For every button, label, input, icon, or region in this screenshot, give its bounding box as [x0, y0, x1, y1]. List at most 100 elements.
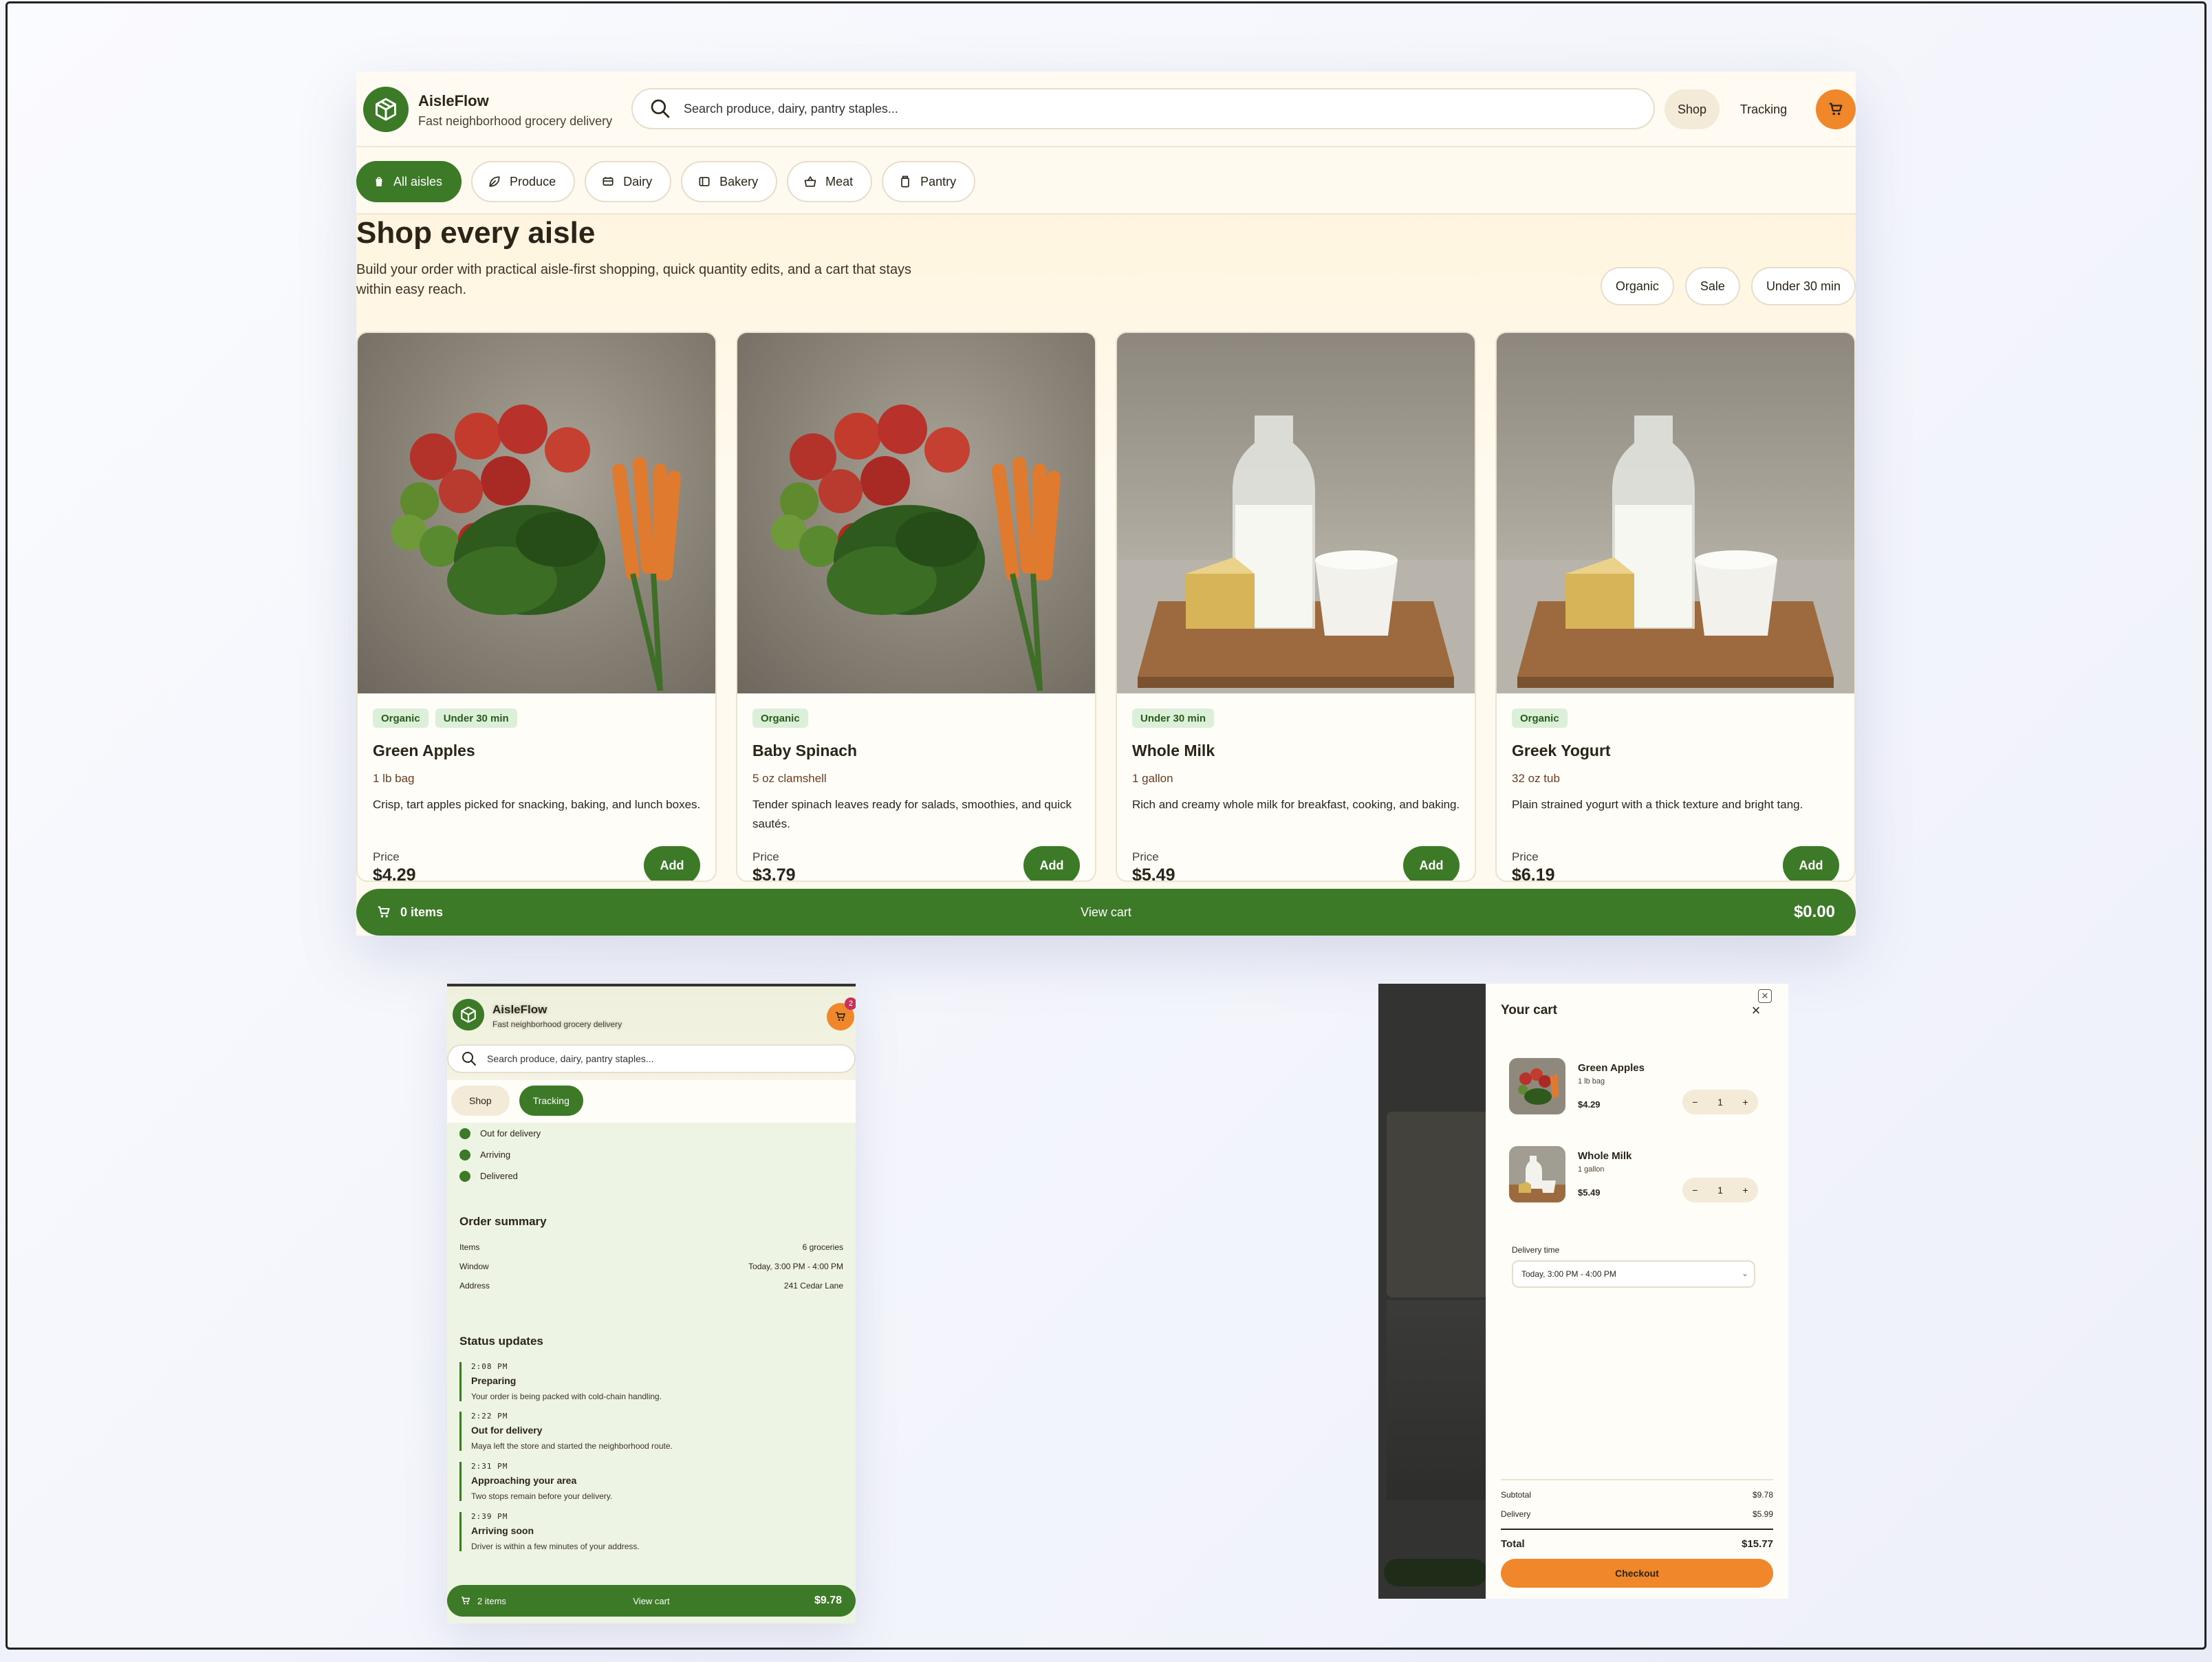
summary-row: Items 6 groceries — [459, 1242, 843, 1252]
shop-section: Shop every aisle Build your order with p… — [356, 213, 1856, 936]
delivery-fee-label: Delivery — [1501, 1509, 1531, 1519]
step-dot — [459, 1149, 470, 1161]
cart-bar[interactable]: 2 items View cart $9.78 — [447, 1585, 856, 1617]
page-title: Shop every aisle — [356, 216, 596, 250]
tag-list: Organic Under 30 min — [373, 709, 517, 728]
cart-icon — [462, 1597, 470, 1605]
search-input[interactable] — [684, 101, 1578, 116]
close-box-icon[interactable]: ✕ — [1758, 989, 1772, 1003]
cart-item: Green Apples 1 lb bag $4.29 − 1 + — [1509, 1058, 1770, 1127]
product-size: 5 oz clamshell — [752, 772, 827, 785]
aisle-chips: All aisles Produce Dairy Bakery Meat Pan… — [356, 161, 976, 202]
product-grid: Organic Under 30 min Green Apples 1 lb ba… — [356, 332, 1856, 882]
box-logo-icon[interactable] — [363, 87, 409, 132]
product-description: Crisp, tart apples picked for snacking, … — [373, 798, 701, 811]
summary-row: Address 241 Cedar Lane — [459, 1281, 843, 1291]
dairy-photo — [1497, 333, 1854, 693]
product-card[interactable]: Organic Under 30 min Green Apples 1 lb ba… — [356, 332, 717, 882]
cart-button[interactable] — [1816, 89, 1856, 129]
summary-label: Window — [459, 1262, 489, 1271]
update-title: Approaching your area — [471, 1475, 577, 1486]
tag-list: Under 30 min — [1132, 709, 1215, 728]
desktop-view: AisleFlow Fast neighborhood grocery deli… — [356, 72, 1856, 936]
add-button[interactable]: Add — [644, 846, 700, 881]
update-title: Preparing — [471, 1375, 517, 1386]
aisle-chip-pantry[interactable]: Pantry — [882, 161, 976, 202]
aisle-chip-all[interactable]: All aisles — [356, 161, 462, 202]
nav-tracking[interactable]: Tracking — [1731, 89, 1797, 129]
cart-icon — [836, 1012, 846, 1021]
search-icon — [651, 99, 670, 118]
cart-item-name: Whole Milk — [1578, 1150, 1632, 1162]
aisle-chip-dairy[interactable]: Dairy — [585, 161, 672, 202]
cart-count: 0 items — [377, 905, 443, 920]
update-time: 2:39 PM — [471, 1512, 508, 1521]
update-title: Arriving soon — [471, 1525, 534, 1536]
update-time: 2:31 PM — [471, 1462, 508, 1471]
product-card[interactable]: Organic Baby Spinach 5 oz clamshell Tend… — [736, 332, 1096, 882]
nav-shop[interactable]: Shop — [1665, 89, 1720, 129]
subtotal-value: $9.78 — [1752, 1490, 1773, 1500]
overlay-backdrop[interactable] — [1378, 984, 1486, 1599]
minus-button[interactable]: − — [1685, 1185, 1704, 1196]
cart-item-size: 1 gallon — [1578, 1165, 1605, 1174]
product-price: $6.19 — [1512, 865, 1555, 882]
plus-button[interactable]: + — [1736, 1185, 1755, 1196]
aisle-chip-bakery[interactable]: Bakery — [681, 161, 778, 202]
filter-sale[interactable]: Sale — [1684, 267, 1740, 305]
product-size: 1 lb bag — [373, 772, 415, 785]
cart-item-price: $4.29 — [1578, 1099, 1601, 1110]
close-icon[interactable]: × — [1747, 1002, 1765, 1019]
box-logo-icon[interactable] — [453, 999, 484, 1030]
add-button[interactable]: Add — [1403, 846, 1460, 881]
product-name: Baby Spinach — [752, 742, 858, 759]
cart-title: Your cart — [1501, 1003, 1558, 1017]
cart-icon — [378, 906, 390, 918]
product-description: Rich and creamy whole milk for breakfast… — [1132, 798, 1460, 811]
filter-under-30[interactable]: Under 30 min — [1750, 267, 1856, 305]
product-price: $5.49 — [1132, 865, 1175, 882]
minus-button[interactable]: − — [1685, 1097, 1704, 1108]
aisle-chip-meat[interactable]: Meat — [787, 161, 873, 202]
cart-drawer-view: ✕ Your cart × Green Apples 1 lb bag $4.2… — [1378, 984, 1788, 1599]
status-update: 2:39 PM Arriving soon Driver is within a f… — [459, 1512, 831, 1551]
summary-value: 241 Cedar Lane — [783, 1281, 843, 1291]
aisle-chip-label: Dairy — [623, 174, 653, 188]
aisle-chip-label: Bakery — [719, 174, 759, 188]
step-delivered: Delivered — [459, 1165, 541, 1187]
cart-total: $9.78 — [814, 1595, 842, 1606]
update-description: Driver is within a few minutes of your a… — [471, 1542, 640, 1551]
tag: Organic — [373, 709, 429, 728]
product-card[interactable]: Under 30 min Whole Milk 1 gallon Rich an… — [1116, 332, 1476, 882]
checkout-button[interactable]: Checkout — [1501, 1559, 1773, 1588]
search-bar — [447, 1044, 856, 1073]
add-button[interactable]: Add — [1023, 846, 1080, 881]
milk-icon — [603, 177, 614, 186]
filter-organic[interactable]: Organic — [1600, 267, 1674, 305]
product-card[interactable]: Organic Greek Yogurt 32 oz tub Plain str… — [1495, 332, 1856, 882]
quantity-stepper: − 1 + — [1682, 1178, 1758, 1202]
subtotal-row: Subtotal $9.78 — [1501, 1490, 1773, 1500]
cart-item-name: Green Apples — [1578, 1062, 1645, 1074]
plus-button[interactable]: + — [1736, 1097, 1755, 1108]
tab-shop[interactable]: Shop — [451, 1086, 510, 1116]
product-description: Plain strained yogurt with a thick textu… — [1512, 798, 1803, 811]
aisle-chip-produce[interactable]: Produce — [471, 161, 576, 202]
cart-bar[interactable]: 0 items View cart $0.00 — [356, 889, 1856, 936]
brand: AisleFlow Fast neighborhood grocery deli… — [492, 1003, 622, 1029]
update-description: Two stops remain before your delivery. — [471, 1491, 613, 1501]
delivery-fee-value: $5.99 — [1752, 1509, 1773, 1519]
add-button[interactable]: Add — [1783, 846, 1839, 881]
delivery-time-select[interactable]: Today, 3:00 PM - 4:00 PM — [1512, 1260, 1755, 1288]
step-arriving: Arriving — [459, 1144, 541, 1165]
cart-count-badge: 2 — [845, 997, 856, 1010]
basket-icon — [804, 175, 816, 187]
tab-tracking[interactable]: Tracking — [519, 1086, 583, 1116]
status-update: 2:22 PM Out for delivery Maya left the sto… — [459, 1412, 831, 1451]
subtotal-label: Subtotal — [1501, 1490, 1532, 1500]
total-label: Total — [1501, 1538, 1525, 1550]
bread-icon — [699, 177, 710, 186]
tag: Organic — [752, 709, 808, 728]
search-input[interactable] — [487, 1053, 831, 1064]
summary-label: Items — [459, 1242, 480, 1252]
